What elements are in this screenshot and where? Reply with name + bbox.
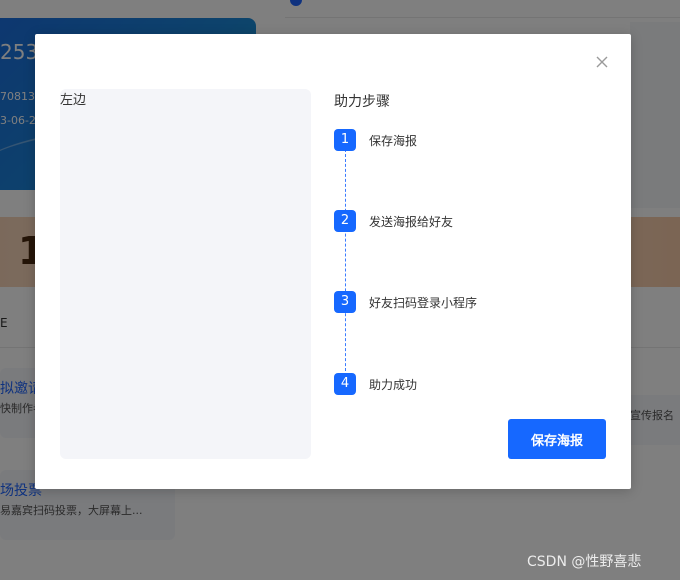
close-button[interactable] xyxy=(593,53,611,71)
step-label: 保存海报 xyxy=(369,134,418,148)
step-label: 好友扫码登录小程序 xyxy=(369,296,478,310)
step-number-badge: 1 xyxy=(334,129,356,151)
step-number-badge: 3 xyxy=(334,291,356,313)
left-panel-label: 左边 xyxy=(60,93,87,108)
save-poster-button[interactable]: 保存海报 xyxy=(508,419,606,459)
close-icon xyxy=(596,56,608,68)
step-label: 助力成功 xyxy=(369,378,418,392)
steps-connector-line xyxy=(345,149,346,381)
watermark: CSDN @性野喜悲 xyxy=(527,554,642,570)
poster-dialog: 左边 助力步骤 1 保存海报 2 发送海报给好友 3 好友扫码登录小程序 4 助… xyxy=(35,34,631,489)
step-label: 发送海报给好友 xyxy=(369,215,454,229)
steps-title: 助力步骤 xyxy=(334,94,390,110)
step-number-badge: 2 xyxy=(334,210,356,232)
step-number-badge: 4 xyxy=(334,373,356,395)
steps-list: 1 保存海报 2 发送海报给好友 3 好友扫码登录小程序 4 助力成功 xyxy=(334,129,604,399)
poster-preview-panel: 左边 xyxy=(60,89,311,459)
